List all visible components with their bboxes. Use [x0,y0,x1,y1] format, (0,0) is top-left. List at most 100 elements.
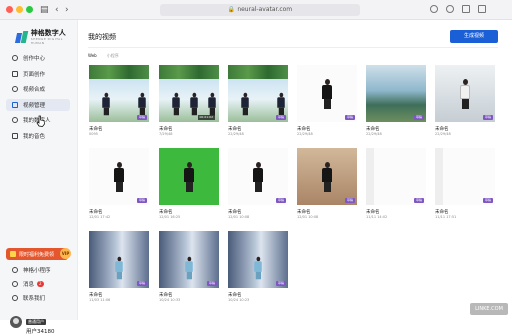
zoom-window-button[interactable] [26,6,33,13]
minimize-window-button[interactable] [16,6,23,13]
thumbnail-trees [228,65,288,79]
hand-cursor-icon [36,115,45,127]
video-thumbnail[interactable]: 草稿 [228,148,288,205]
video-card[interactable]: 草稿 未命名 11/11 17:51 [435,148,495,232]
footer-item-label: 联系我们 [23,296,46,302]
sidebar-item-video-manage[interactable]: 视频管理 [6,98,70,111]
tab-miniprogram[interactable]: 小程序 [107,53,119,59]
sidebar-nav: 创作中心 页面创作 视频合成 视频管理 我的数字人 我的音色 [6,52,70,145]
video-thumbnail[interactable]: 00:01:02 [159,65,219,122]
avatar-figure [254,256,262,280]
back-icon[interactable]: ‹ [55,3,59,17]
video-date: 10/24 10:23 [228,298,250,302]
video-thumbnail[interactable]: 草稿 [366,148,426,205]
figure-body [322,168,332,182]
video-card[interactable]: 草稿 未命名 22/29/48 [228,65,288,149]
figure-body [172,97,180,108]
gift-icon [10,251,16,257]
avatar-figure [277,92,285,116]
video-card[interactable]: 草稿 未命名 10/24 10:23 [228,231,288,315]
draft-badge: 草稿 [482,198,493,203]
draft-badge: 草稿 [275,281,286,286]
figure-legs [323,182,331,192]
sidebar-item-video-compose[interactable]: 视频合成 [6,83,70,95]
user-icon [12,117,18,123]
sidebar-item-contact[interactable]: 联系我们 [6,292,70,304]
close-window-button[interactable] [6,6,13,13]
forward-icon[interactable]: › [65,3,69,17]
sidebar-item-messages[interactable]: 消息 2 [6,278,70,290]
sidebar-footer: 神格小程序 消息 2 联系我们 [6,264,70,306]
thumbnail-trees [89,65,149,79]
video-thumbnail[interactable]: 草稿 [366,65,426,122]
thumbnail-background [366,65,426,122]
figure-body [114,168,124,182]
video-date: 12/01 10:08 [228,215,250,219]
video-card[interactable]: 草稿 未命名 10/24 10:33 [159,231,219,315]
generate-video-button[interactable]: 生成视频 [450,30,498,43]
figure-body [208,97,216,108]
draft-badge: 草稿 [344,198,355,203]
tab-overview-icon[interactable] [478,5,486,13]
video-card[interactable]: 00:01:02 未命名 7/29/48 [159,65,219,149]
avatar-figure [460,79,470,109]
video-thumbnail[interactable]: 草稿 [297,65,357,122]
new-tab-icon[interactable] [462,5,470,13]
vip-badge: VIP [60,248,71,259]
figure-legs [103,107,109,116]
logo-name: 神格数字人 [30,29,66,37]
user-profile[interactable]: 普通用户 用户34180 [10,308,55,335]
promo-banner[interactable]: 限时福利免费领 VIP [6,248,71,260]
video-thumbnail[interactable]: 草稿 [159,231,219,288]
thumbnail-trees [159,65,219,79]
sidebar-item-label: 视频合成 [23,87,46,93]
sidebar-item-my-voices[interactable]: 我的音色 [6,130,70,142]
figure-legs [185,182,193,192]
video-date: 12/01 17:42 [89,215,111,219]
figure-body [277,97,285,108]
sidebar-item-create[interactable]: 创作中心 [6,52,70,64]
video-thumbnail[interactable]: 草稿 [435,148,495,205]
video-date: 7/29/48 [159,132,173,136]
download-icon[interactable] [430,5,438,13]
video-thumbnail[interactable]: 草稿 [89,231,149,288]
avatar-figure [322,79,332,109]
share-icon[interactable] [446,5,454,13]
video-thumbnail[interactable]: 草稿 [297,148,357,205]
video-date: 22/29/48 [228,132,244,136]
address-bar[interactable]: 🔒 neural-avatar.com [160,4,360,16]
avatar-figure [190,92,198,116]
tab-web[interactable]: Web [88,53,97,59]
video-card[interactable]: 草稿 未命名 0095 [89,65,149,149]
figure-body [190,97,198,108]
video-thumbnail[interactable] [159,148,219,205]
video-card[interactable]: 未命名 12/01 16:25 [159,148,219,232]
figure-body [115,261,123,272]
sidebar-item-page[interactable]: 页面创作 [6,68,70,80]
video-card[interactable]: 草稿 未命名 12/01 17:42 [89,148,149,232]
draft-badge: 草稿 [413,115,424,120]
sidebar-item-miniapp[interactable]: 神格小程序 [6,264,70,276]
video-thumbnail[interactable]: 草稿 [228,231,288,288]
video-card[interactable]: 草稿 未命名 22/29/48 [435,65,495,149]
video-card[interactable]: 草稿 未命名 11/11 14:02 [366,148,426,232]
video-date: 22/29/48 [297,132,313,136]
video-date: 22/29/48 [435,132,451,136]
figure-body [102,97,110,108]
video-thumbnail[interactable]: 草稿 [435,65,495,122]
video-card[interactable]: 草稿 未命名 12/01 10:08 [297,148,357,232]
video-thumbnail[interactable]: 草稿 [89,65,149,122]
video-date: 10/24 10:33 [159,298,181,302]
logo[interactable]: 神格数字人 SHENGE DIGITAL HUMAN [16,29,77,45]
video-thumbnail[interactable]: 草稿 [228,65,288,122]
video-card[interactable]: 草稿 未命名 22/29/48 [297,65,357,149]
video-card[interactable]: 草稿 未命名 22/29/48 [366,65,426,149]
figure-legs [323,99,331,109]
video-thumbnail[interactable]: 草稿 [89,148,149,205]
sidebar: 神格数字人 SHENGE DIGITAL HUMAN 创作中心 页面创作 视频合… [0,20,78,335]
draft-badge: 草稿 [136,115,147,120]
sidebar-toggle-icon[interactable]: ▤ [40,3,49,17]
watermark: LINKE.COM [470,303,508,315]
video-card[interactable]: 草稿 未命名 12/01 10:08 [228,148,288,232]
video-card[interactable]: 草稿 未命名 11/03 11:06 [89,231,149,315]
